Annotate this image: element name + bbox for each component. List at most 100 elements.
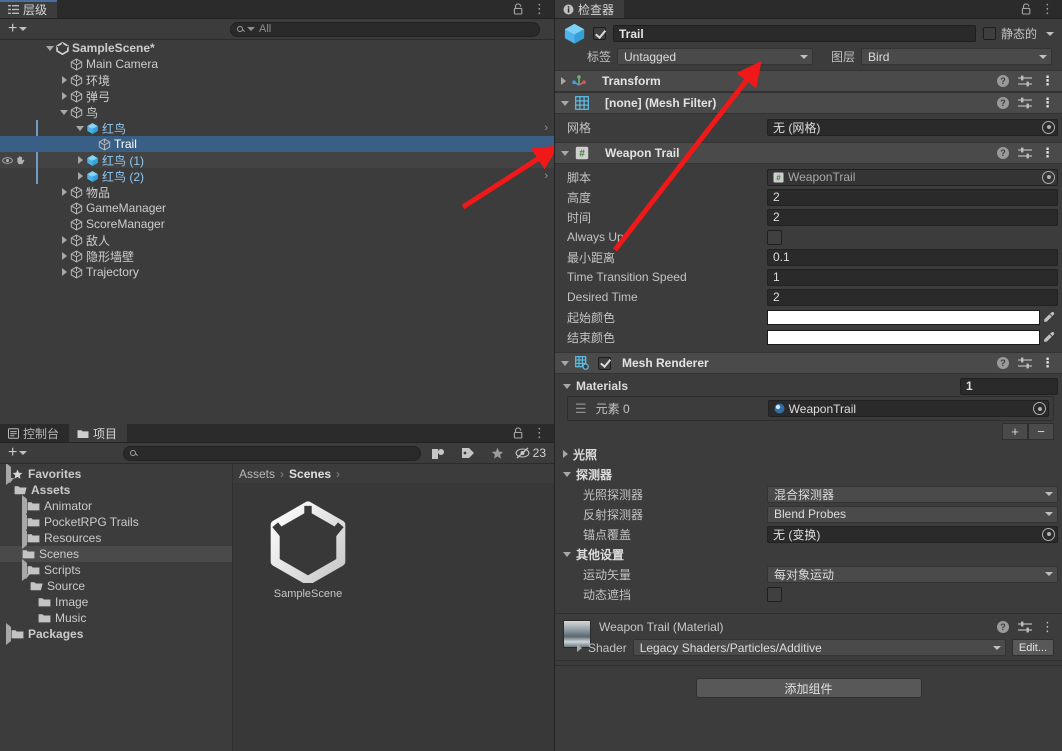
mesh-object-field[interactable]: 无 (网格) — [767, 118, 1058, 136]
number-field[interactable]: 2 — [767, 208, 1058, 226]
material-menu-icon[interactable]: ⋮ — [1041, 620, 1054, 633]
static-dropdown-chevron-icon[interactable] — [1046, 31, 1054, 36]
dropdown-field[interactable]: 每对象运动 — [767, 565, 1058, 583]
hierarchy-row[interactable]: GameManager — [0, 200, 554, 216]
number-field[interactable]: 2 — [767, 188, 1058, 206]
chevron-down-icon[interactable] — [561, 150, 569, 156]
chevron-down-icon[interactable] — [46, 45, 54, 51]
project-tree-row[interactable]: Music — [0, 610, 232, 626]
search-by-type-button[interactable] — [425, 443, 451, 464]
lock-icon[interactable] — [1021, 3, 1032, 15]
hierarchy-row[interactable]: Trail — [0, 136, 554, 152]
hierarchy-search-input[interactable]: All — [230, 21, 540, 37]
lighting-section-header[interactable]: 光照 — [555, 444, 1062, 464]
gameobject-name-input[interactable]: Trail — [613, 25, 976, 42]
chevron-down-icon[interactable] — [6, 478, 14, 497]
component-menu-icon[interactable]: ⋮ — [1041, 356, 1054, 369]
hierarchy-row[interactable]: 红鸟 (1) › — [0, 152, 554, 168]
lock-icon[interactable] — [513, 427, 524, 439]
project-tree-row[interactable]: Source — [0, 574, 232, 594]
component-header-weapon-trail[interactable]: # Weapon Trail ? ⋮ — [555, 142, 1062, 164]
open-prefab-chevron-icon[interactable]: › — [544, 170, 548, 182]
tag-dropdown[interactable]: Untagged — [617, 48, 814, 65]
component-menu-icon[interactable]: ⋮ — [1041, 96, 1054, 109]
project-tree-row[interactable]: Favorites — [0, 464, 232, 485]
object-picker-icon[interactable] — [1042, 527, 1055, 541]
row-twisty[interactable] — [74, 172, 86, 180]
row-twisty[interactable] — [58, 236, 70, 244]
hierarchy-menu-icon[interactable]: ⋮ — [533, 2, 546, 15]
row-twisty[interactable] — [74, 156, 86, 164]
layer-dropdown[interactable]: Bird — [861, 48, 1052, 65]
object-field[interactable]: 无 (变换) — [767, 525, 1058, 543]
chevron-right-icon[interactable] — [77, 156, 83, 164]
hierarchy-row[interactable]: 红鸟 › — [0, 120, 554, 136]
row-twisty[interactable] — [58, 268, 70, 276]
chevron-right-icon[interactable] — [61, 252, 67, 260]
dropdown-field[interactable]: Blend Probes — [767, 505, 1058, 523]
search-by-label-button[interactable] — [455, 443, 481, 464]
tab-inspector[interactable]: 检查器 — [555, 0, 625, 18]
help-icon[interactable]: ? — [997, 357, 1009, 369]
help-icon[interactable]: ? — [997, 75, 1009, 87]
hierarchy-row[interactable]: 环境 — [0, 72, 554, 88]
favorites-button[interactable] — [485, 443, 511, 464]
number-field[interactable]: 2 — [767, 288, 1058, 306]
open-prefab-chevron-icon[interactable]: › — [544, 154, 548, 166]
hierarchy-row[interactable]: Trajectory — [0, 264, 554, 280]
project-folder-tree[interactable]: Favorites Assets Animator PocketRPG Trails R… — [0, 464, 233, 751]
dropdown-field[interactable]: 混合探测器 — [767, 485, 1058, 503]
number-field[interactable]: 0.1 — [767, 248, 1058, 266]
hierarchy-row[interactable]: ScoreManager — [0, 216, 554, 232]
drag-handle-icon[interactable]: ☰ — [572, 401, 590, 417]
add-material-button[interactable]: + — [1002, 423, 1028, 440]
chevron-right-icon[interactable] — [563, 450, 568, 458]
row-twisty[interactable] — [22, 574, 30, 593]
project-tree-row[interactable]: Assets — [0, 478, 232, 498]
chevron-down-icon[interactable] — [22, 574, 30, 593]
row-twisty[interactable] — [44, 45, 56, 51]
hierarchy-row[interactable]: 物品 — [0, 184, 554, 200]
chevron-right-icon[interactable] — [61, 188, 67, 196]
hierarchy-row[interactable]: 敌人 — [0, 232, 554, 248]
materials-section-header[interactable]: Materials 1 — [555, 376, 1062, 396]
color-swatch[interactable] — [767, 329, 1040, 345]
chevron-down-icon[interactable] — [561, 360, 569, 366]
tab-project[interactable]: 项目 — [69, 424, 128, 442]
create-gameobject-button[interactable]: + — [4, 21, 31, 37]
row-twisty[interactable] — [6, 478, 14, 497]
checkbox-field[interactable] — [767, 586, 782, 602]
hierarchy-row[interactable]: 红鸟 (2) › — [0, 168, 554, 184]
hierarchy-row[interactable]: 弹弓 — [0, 88, 554, 104]
shader-edit-button[interactable]: Edit... — [1011, 639, 1054, 656]
asset-item-samplescene[interactable]: SampleScene — [253, 501, 363, 600]
row-twisty[interactable] — [58, 76, 70, 84]
project-tree-row[interactable]: Image — [0, 594, 232, 610]
component-menu-icon[interactable]: ⋮ — [1041, 74, 1054, 87]
chevron-down-icon[interactable] — [563, 551, 571, 557]
row-twisty[interactable] — [58, 109, 70, 115]
tab-hierarchy[interactable]: 层级 — [0, 0, 58, 18]
chevron-down-icon[interactable] — [76, 125, 84, 131]
row-twisty[interactable] — [58, 92, 70, 100]
help-icon[interactable]: ? — [997, 621, 1009, 633]
inspector-menu-icon[interactable]: ⋮ — [1041, 2, 1054, 15]
material-expand-chevron-icon[interactable] — [577, 643, 582, 652]
asset-grid[interactable]: SampleScene — [233, 483, 554, 751]
checkbox-field[interactable] — [767, 229, 782, 245]
chevron-down-icon[interactable] — [563, 471, 571, 477]
chevron-right-icon[interactable] — [61, 236, 67, 244]
row-twisty[interactable] — [74, 125, 86, 131]
add-component-button[interactable]: 添加组件 — [695, 678, 922, 698]
object-picker-icon[interactable] — [1042, 170, 1055, 184]
other-settings-section-header[interactable]: 其他设置 — [555, 544, 1062, 564]
row-twisty[interactable] — [58, 252, 70, 260]
gameobject-enabled-checkbox[interactable] — [593, 27, 606, 40]
eyedropper-icon[interactable] — [1040, 331, 1058, 343]
static-checkbox[interactable] — [982, 27, 996, 40]
hidden-assets-counter[interactable]: 23 — [515, 446, 550, 460]
mesh-renderer-enabled-checkbox[interactable] — [598, 356, 611, 370]
project-menu-icon[interactable]: ⋮ — [533, 426, 546, 439]
open-prefab-chevron-icon[interactable]: › — [544, 122, 548, 134]
row-twisty[interactable] — [58, 188, 70, 196]
